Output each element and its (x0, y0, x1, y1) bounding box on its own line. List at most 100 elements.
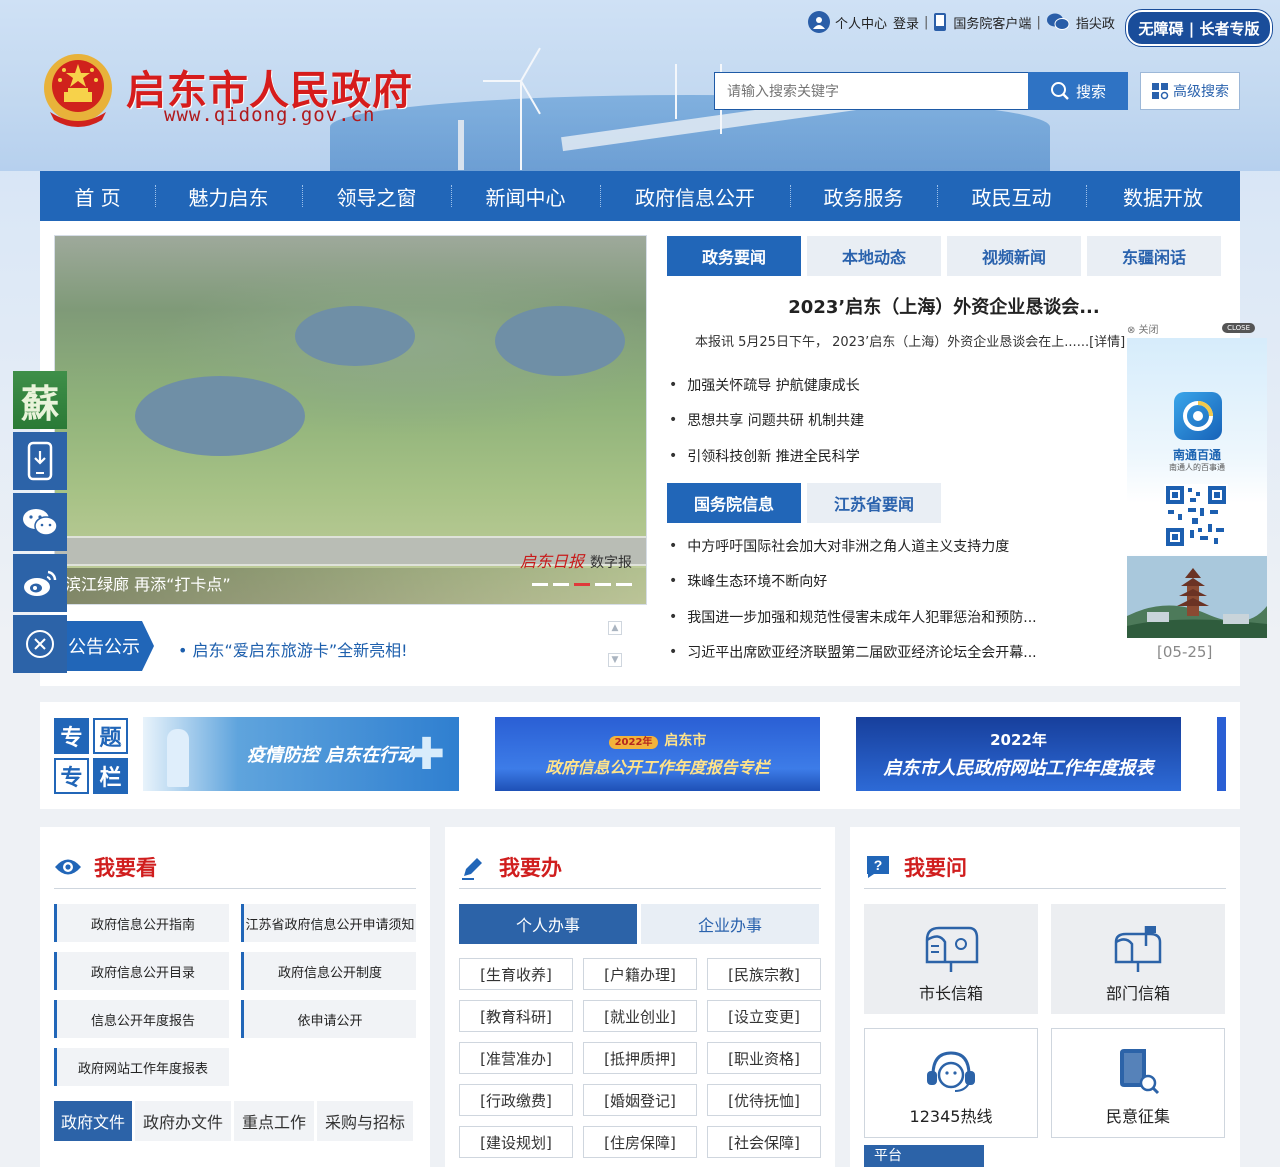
chevron-down-icon[interactable]: ▼ (608, 653, 622, 667)
watermark-text: 启东日报 (519, 552, 584, 571)
platform-bar[interactable]: 平台 (864, 1145, 984, 1167)
slideshow-photo[interactable]: 滨江绿廊 再添“打卡点” 启东日报 数字报 (54, 235, 647, 605)
tab-key-work[interactable]: 重点工作 (234, 1101, 314, 1141)
nav-item-services[interactable]: 政务服务 (790, 171, 937, 221)
tab-enterprise-affairs[interactable]: 企业办事 (641, 904, 819, 944)
nav-item-info-disclosure[interactable]: 政府信息公开 (600, 171, 790, 221)
tab-video-news[interactable]: 视频新闻 (947, 236, 1081, 276)
banner-text: 启东市人民政府网站工作年度报表 (883, 757, 1154, 779)
service-item[interactable]: [行政缴费] (459, 1084, 573, 1116)
slide-dot[interactable] (595, 583, 611, 586)
mayor-mailbox-card[interactable]: 市长信箱 (864, 904, 1038, 1014)
login-link[interactable]: 登录 (893, 13, 919, 32)
service-item[interactable]: [职业资格] (707, 1042, 821, 1074)
headline-summary[interactable]: 本报讯 5月25日下午， 2023’启东（上海）外资企业恳谈会在上......[… (695, 331, 1125, 350)
link-annual-report[interactable]: 信息公开年度报告 (54, 1000, 229, 1038)
topic-banner-next[interactable] (1217, 717, 1226, 791)
department-mailbox-card[interactable]: 部门信箱 (1051, 904, 1225, 1014)
advanced-search-button[interactable]: 高级搜索 (1140, 72, 1240, 110)
topic-tag-char: 栏 (93, 758, 128, 794)
panel-ask: ? 我要问 市长信箱 部门信箱 12345热线 民意征集 平台 (850, 827, 1240, 1167)
nav-item-open-data[interactable]: 数据开放 (1086, 171, 1240, 221)
chevron-up-icon[interactable]: ▲ (608, 621, 622, 635)
link-website-annual-report[interactable]: 政府网站工作年度报表 (54, 1048, 229, 1086)
panel-title: 我要看 (54, 845, 416, 889)
service-item[interactable]: [建设规划] (459, 1126, 573, 1158)
list-item[interactable]: 中方呼吁国际社会加大对非洲之角人道主义支持力度 (667, 528, 1037, 564)
list-item[interactable]: 我国进一步加强和规范性侵害未成年人犯罪惩治和预防... (667, 599, 1036, 635)
nav-item-charm[interactable]: 魅力启东 (155, 171, 302, 221)
news-tabs: 政务要闻 本地动态 视频新闻 东疆闲话 (667, 236, 1221, 276)
qr-code-icon (1164, 484, 1228, 548)
service-item[interactable]: [抵押质押] (583, 1042, 697, 1074)
link-apply-disclosure[interactable]: 依申请公开 (241, 1000, 416, 1038)
service-item[interactable]: [优待抚恤] (707, 1084, 821, 1116)
nav-item-news[interactable]: 新闻中心 (451, 171, 600, 221)
list-item[interactable]: 加强关怀疏导 护航健康成长 (667, 367, 864, 403)
tab-gov-documents[interactable]: 政府文件 (54, 1101, 132, 1141)
app-slogan: 南通人的百事通 (1169, 463, 1225, 472)
service-item[interactable]: [就业创业] (583, 1000, 697, 1032)
list-item[interactable]: 引领科技创新 推进全民科学 (667, 438, 864, 474)
slide-dot[interactable] (616, 583, 632, 586)
list-item[interactable]: 珠峰生态环境不断向好 (667, 564, 1037, 600)
service-item[interactable]: [住房保障] (583, 1126, 697, 1158)
weibo-share-button[interactable] (13, 554, 67, 612)
nav-item-home[interactable]: 首 页 (40, 171, 155, 221)
wechat-share-button[interactable] (13, 493, 67, 551)
state-council-app-link[interactable]: 国务院客户端 (953, 13, 1031, 32)
service-item[interactable]: [教育科研] (459, 1000, 573, 1032)
slide-dot[interactable] (532, 583, 548, 586)
hotline-card[interactable]: 12345热线 (864, 1028, 1038, 1138)
list-item[interactable]: 思想共享 问题共研 机制共建 (667, 403, 864, 439)
accessibility-button[interactable]: 无障碍 | 长者专版 (1126, 10, 1272, 46)
grid-icon (1152, 83, 1169, 100)
service-item[interactable]: [民族宗教] (707, 958, 821, 990)
service-item[interactable]: [生育收养] (459, 958, 573, 990)
tab-office-documents[interactable]: 政府办文件 (135, 1101, 231, 1141)
close-label[interactable]: ⊗ 关闭 (1127, 321, 1159, 336)
search-input[interactable] (714, 72, 1028, 110)
notice-item[interactable]: • 启东“爱启东旅游卡”全新亮相! (178, 637, 408, 661)
tab-local-news[interactable]: 本地动态 (807, 236, 941, 276)
float-app-ad[interactable]: 南通百通 南通人的百事通 (1127, 338, 1267, 638)
service-item[interactable]: [准营准办] (459, 1042, 573, 1074)
service-item[interactable]: [设立变更] (707, 1000, 821, 1032)
service-item[interactable]: [社会保障] (707, 1126, 821, 1158)
link-disclosure-system[interactable]: 政府信息公开制度 (241, 952, 416, 990)
photo-lake (295, 306, 415, 366)
list-item[interactable]: 习近平出席欧亚经济联盟第二届欧亚经济论坛全会开幕... (667, 635, 1036, 671)
close-badge[interactable]: CLOSE (1222, 323, 1255, 333)
nav-item-leaders[interactable]: 领导之窗 (302, 171, 451, 221)
service-item[interactable]: [婚姻登记] (583, 1084, 697, 1116)
nav-item-interaction[interactable]: 政民互动 (937, 171, 1086, 221)
slide-dot-active[interactable] (574, 583, 590, 586)
tab-jiangsu-news[interactable]: 江苏省要闻 (807, 483, 941, 523)
slideshow-caption[interactable]: 滨江绿廊 再添“打卡点” (65, 571, 231, 595)
jiangsu-gov-link[interactable]: 蘇 (13, 371, 67, 429)
sidebar-close-button[interactable] (13, 615, 67, 673)
mobile-version-button[interactable] (13, 432, 67, 490)
link-disclosure-guide[interactable]: 政府信息公开指南 (54, 904, 229, 942)
link-disclosure-catalog[interactable]: 政府信息公开目录 (54, 952, 229, 990)
link-jiangsu-application-notice[interactable]: 江苏省政府信息公开申请须知 (241, 904, 416, 942)
turbine-image (675, 64, 677, 119)
topic-banner-website-report[interactable]: 2022年 启东市人民政府网站工作年度报表 (856, 717, 1181, 791)
float-ad-close[interactable]: ⊗ 关闭 CLOSE (1127, 320, 1267, 336)
headline-title[interactable]: 2023’启东（上海）外资企业恳谈会... (667, 293, 1221, 319)
top-links: 个人中心 登录 | 国务院客户端 | 指尖政 (808, 10, 1115, 34)
topic-banner-disclosure-report[interactable]: 2022年 启东市 政府信息公开工作年度报告专栏 (495, 717, 820, 791)
service-item[interactable]: [户籍办理] (583, 958, 697, 990)
wechat-link[interactable]: 指尖政 (1076, 13, 1115, 32)
card-label: 部门信箱 (1105, 984, 1170, 1003)
tab-personal-affairs[interactable]: 个人办事 (459, 904, 637, 944)
topic-banner-epidemic[interactable]: 疫情防控 启东在行动 ✚ (143, 717, 459, 791)
opinion-collection-card[interactable]: 民意征集 (1051, 1028, 1225, 1138)
search-button[interactable]: 搜索 (1028, 72, 1128, 110)
tab-dongjiang-talk[interactable]: 东疆闲话 (1087, 236, 1221, 276)
slide-dot[interactable] (553, 583, 569, 586)
tab-procurement[interactable]: 采购与招标 (317, 1101, 413, 1141)
tab-gov-news[interactable]: 政务要闻 (667, 236, 801, 276)
tab-state-council[interactable]: 国务院信息 (667, 483, 801, 523)
user-center-link[interactable]: 个人中心 (835, 13, 887, 32)
